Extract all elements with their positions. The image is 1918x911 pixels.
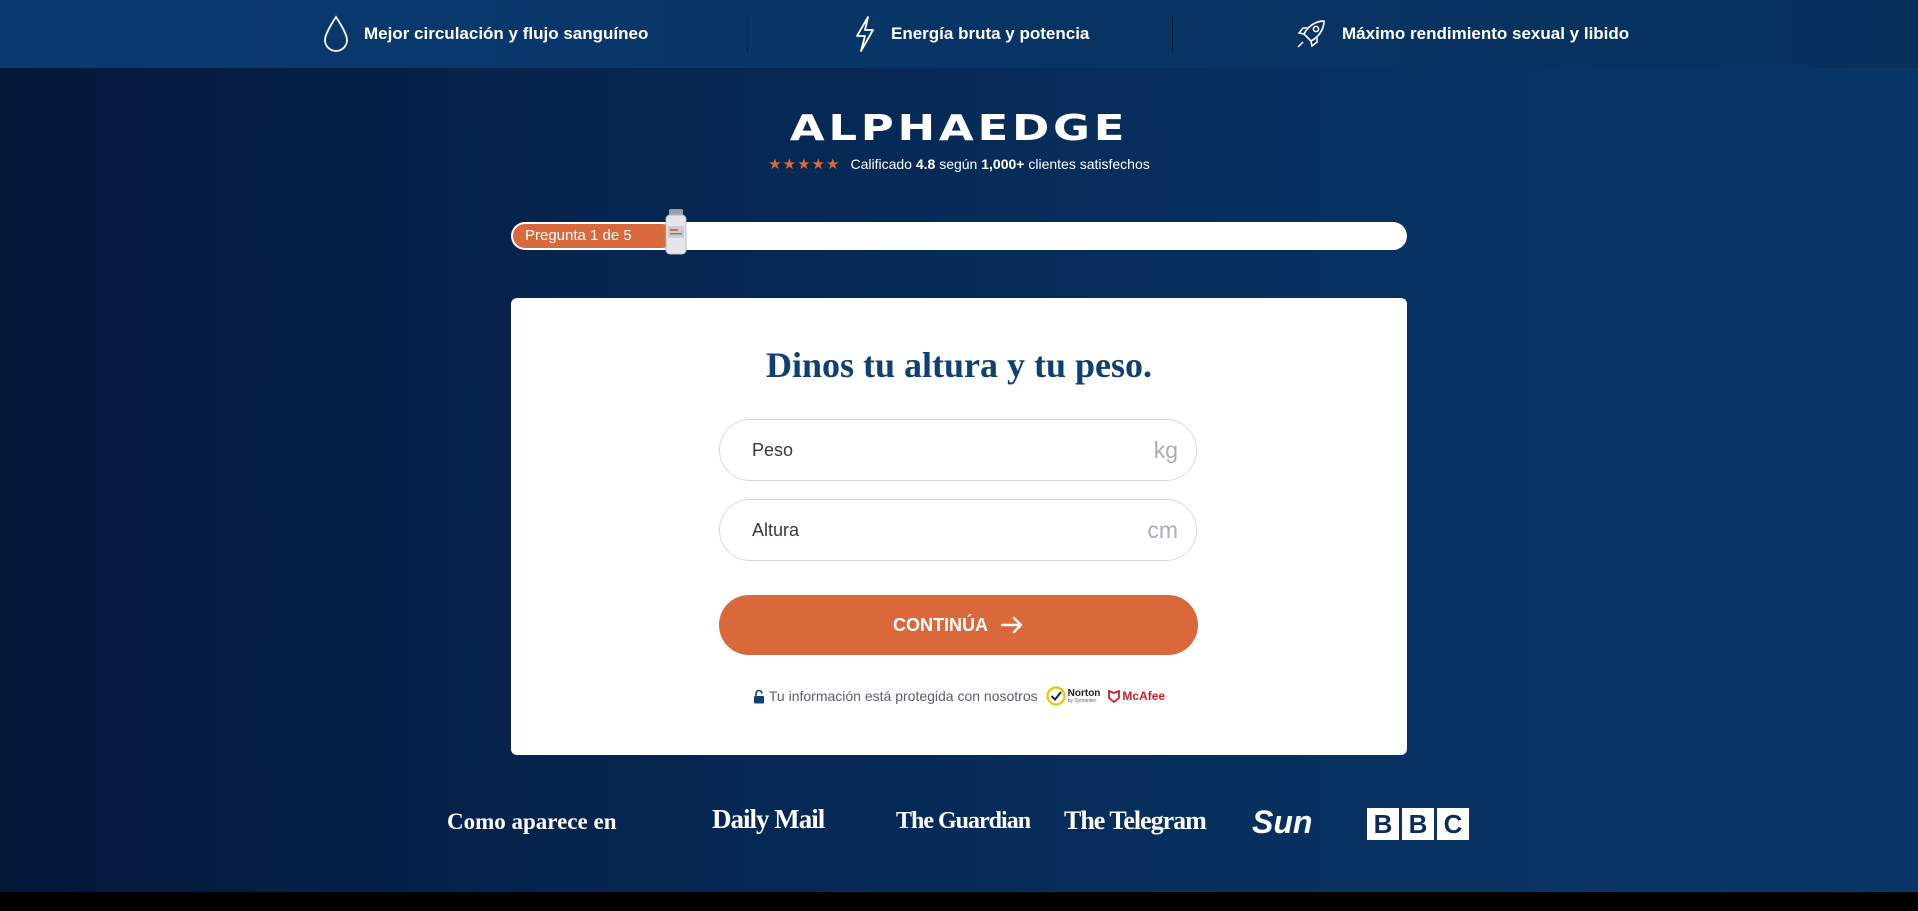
brand-logo[interactable]: ALPHAEDGE (0, 108, 1918, 149)
height-unit: cm (1147, 516, 1178, 543)
norton-label: Norton (1067, 687, 1101, 699)
benefit-energy: Energía bruta y potencia (853, 0, 1089, 68)
lock-icon (753, 689, 764, 703)
sun-logo: Sun (1252, 804, 1313, 840)
guardian-logo: The Guardian (896, 808, 1031, 834)
lightning-icon (856, 16, 874, 52)
norton-sub: by Symantec (1067, 697, 1097, 704)
height-placeholder: Altura (752, 519, 800, 540)
divider (1172, 16, 1173, 52)
product-bottle-icon (665, 209, 687, 255)
bbc-letter: B (1402, 808, 1434, 840)
page-background: Mejor circulación y flujo sanguíneo Ener… (0, 0, 1918, 892)
continue-label: CONTINÚA (893, 614, 988, 635)
norton-badge: Norton by Symantec (1046, 686, 1101, 706)
benefit-label: Mejor circulación y flujo sanguíneo (364, 24, 649, 43)
quiz-card: Dinos tu altura y tu peso. Peso kg Altur… (511, 298, 1407, 755)
mcafee-shield-icon (1108, 689, 1121, 703)
rating-value: 4.8 (915, 156, 936, 172)
daily-mail-logo: Daily Mail (712, 804, 825, 834)
rating-suffix: clientes satisfechos (1028, 156, 1150, 172)
progress-fill: Pregunta 1 de 5 (513, 224, 674, 248)
benefit-circulation: Mejor circulación y flujo sanguíneo (322, 0, 648, 68)
rating-mid: según (939, 156, 978, 172)
question-title: Dinos tu altura y tu peso. (765, 345, 1153, 385)
telegram-logo: The Telegram (1064, 806, 1207, 835)
star-rating-icon: ★★★★★ (768, 156, 841, 173)
bbc-letter: C (1437, 808, 1469, 840)
weight-field[interactable]: Peso kg (719, 419, 1197, 481)
bbc-letter: B (1367, 808, 1399, 840)
bbc-logo: B B C (1367, 808, 1469, 840)
security-text: Tu información está protegida con nosotr… (768, 688, 1038, 704)
rating-summary: ★★★★★ Calificado 4.8 según 1,000+ client… (0, 155, 1918, 173)
rating-prefix: Calificado (850, 156, 912, 172)
weight-unit: kg (1153, 436, 1178, 463)
quiz-progress-bar: Pregunta 1 de 5 (511, 209, 1407, 255)
benefit-label: Máximo rendimiento sexual y libido (1342, 24, 1630, 43)
height-field[interactable]: Altura cm (719, 499, 1197, 561)
droplet-icon (324, 15, 348, 52)
progress-label: Pregunta 1 de 5 (525, 227, 632, 244)
benefit-performance: Máximo rendimiento sexual y libido (1294, 0, 1629, 68)
mcafee-badge: McAfee (1108, 689, 1165, 703)
weight-placeholder: Peso (752, 439, 794, 460)
arrow-right-icon (1000, 616, 1023, 634)
benefit-label: Energía bruta y potencia (891, 24, 1090, 43)
mcafee-label: McAfee (1122, 689, 1166, 703)
benefits-bar: Mejor circulación y flujo sanguíneo Ener… (0, 0, 1918, 68)
continue-button[interactable]: CONTINÚA (719, 595, 1198, 655)
press-heading: Como aparece en (447, 809, 617, 834)
rocket-icon (1297, 20, 1325, 48)
security-notice: Tu información está protegida con nosotr… (511, 686, 1407, 706)
norton-check-icon (1046, 686, 1066, 706)
divider (747, 16, 748, 52)
rating-count: 1,000+ (981, 156, 1025, 172)
